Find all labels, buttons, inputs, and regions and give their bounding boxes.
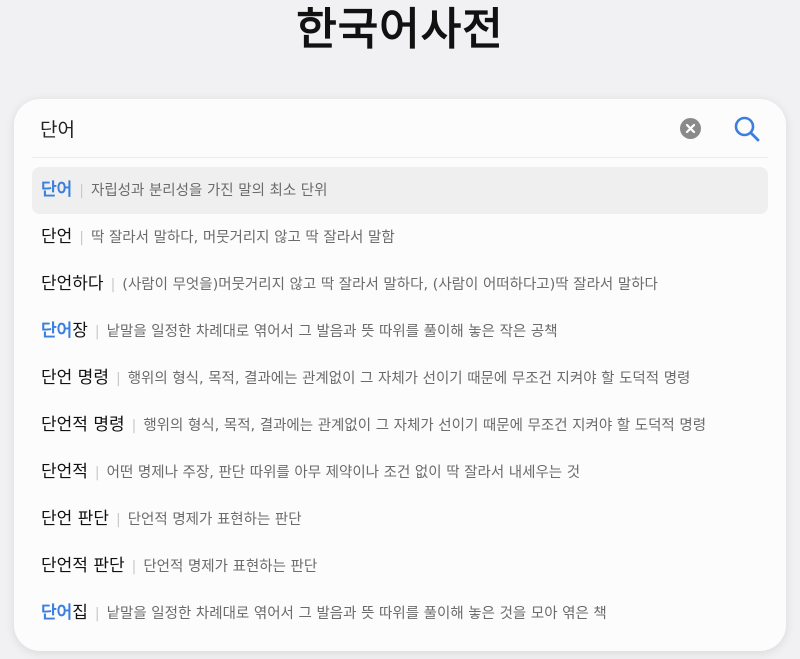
headword: 단언 xyxy=(41,227,72,247)
separator: | xyxy=(94,465,100,481)
headword: 단어집 xyxy=(41,603,88,623)
autocomplete-item[interactable]: 단어집 | 낱말을 일정한 차례대로 엮어서 그 발음과 뜻 따위를 풀이해 놓은 … xyxy=(32,590,768,637)
autocomplete-list: 단어 | 자립성과 분리성을 가진 말의 최소 단위단언 | 딱 잘라서 말하다, 머뭇… xyxy=(32,167,768,637)
search-button[interactable] xyxy=(732,114,762,144)
headword-rest: 장 xyxy=(72,321,88,341)
separator: | xyxy=(115,371,121,387)
autocomplete-item[interactable]: 단언하다 | (사람이 무엇을)머뭇거리지 않고 딱 잘라서 말하다, (사람이 어… xyxy=(32,261,768,308)
autocomplete-item[interactable]: 단어장 | 낱말을 일정한 차례대로 엮어서 그 발음과 뜻 따위를 풀이해 놓은 … xyxy=(32,308,768,355)
separator: | xyxy=(110,277,116,293)
search-bar xyxy=(32,99,768,158)
definition-text: 딱 잘라서 말하다, 머뭇거리지 않고 딱 잘라서 말함 xyxy=(91,230,395,246)
separator: | xyxy=(94,324,100,340)
headword-rest: 단언적 xyxy=(41,462,88,482)
headword-match-highlight: 단어 xyxy=(41,321,73,341)
definition-text: 단언적 명제가 표현하는 판단 xyxy=(143,559,318,575)
separator: | xyxy=(79,183,84,199)
autocomplete-item[interactable]: 단언 명령 | 행위의 형식, 목적, 결과에는 관계없이 그 자체가 선이기 때문… xyxy=(32,355,768,402)
autocomplete-item[interactable]: 단언적 판단 | 단언적 명제가 표현하는 판단 xyxy=(32,543,768,590)
autocomplete-item[interactable]: 단어 | 자립성과 분리성을 가진 말의 최소 단위 xyxy=(32,167,768,214)
separator: | xyxy=(115,512,121,528)
autocomplete-item[interactable]: 단언 판단 | 단언적 명제가 표현하는 판단 xyxy=(32,496,768,543)
definition-text: 낱말을 일정한 차례대로 엮어서 그 발음과 뜻 따위를 풀이해 놓은 작은 공… xyxy=(106,324,558,340)
clear-icon xyxy=(685,123,696,134)
separator: | xyxy=(131,559,137,575)
definition-text: 자립성과 분리성을 가진 말의 최소 단위 xyxy=(91,183,328,199)
headword-rest: 단언 판단 xyxy=(41,509,109,529)
search-input[interactable] xyxy=(40,111,640,145)
definition-text: 낱말을 일정한 차례대로 엮어서 그 발음과 뜻 따위를 풀이해 놓은 것을 모… xyxy=(106,606,607,622)
clear-button[interactable] xyxy=(680,118,701,139)
autocomplete-item[interactable]: 단언적 | 어떤 명제나 주장, 판단 따위를 아무 제약이나 조건 없이 딱 잘라… xyxy=(32,449,768,496)
headword: 단언적 명령 xyxy=(41,415,125,435)
definition-text: 단언적 명제가 표현하는 판단 xyxy=(127,512,302,528)
headword-match-highlight: 단어 xyxy=(41,603,73,623)
autocomplete-item[interactable]: 단언 | 딱 잘라서 말하다, 머뭇거리지 않고 딱 잘라서 말함 xyxy=(32,214,768,261)
headword: 단어 xyxy=(41,180,72,200)
autocomplete-item[interactable]: 단언적 명령 | 행위의 형식, 목적, 결과에는 관계없이 그 자체가 선이기 때… xyxy=(32,402,768,449)
headword-match-highlight: 단어 xyxy=(41,180,73,200)
headword: 단언하다 xyxy=(41,274,104,294)
separator: | xyxy=(131,418,137,434)
separator: | xyxy=(79,230,84,246)
definition-text: 행위의 형식, 목적, 결과에는 관계없이 그 자체가 선이기 때문에 무조건 … xyxy=(127,371,691,387)
headword-rest: 단언하다 xyxy=(41,274,104,294)
headword-rest: 집 xyxy=(72,603,88,623)
headword: 단언 명령 xyxy=(41,368,109,388)
headword: 단언적 xyxy=(41,462,88,482)
search-panel: 단어 | 자립성과 분리성을 가진 말의 최소 단위단언 | 딱 잘라서 말하다, 머뭇… xyxy=(14,99,786,651)
headword: 단언 판단 xyxy=(41,509,109,529)
headword: 단어장 xyxy=(41,321,88,341)
headword-rest: 단언적 명령 xyxy=(41,415,125,435)
headword: 단언적 판단 xyxy=(41,556,125,576)
separator: | xyxy=(94,606,100,622)
definition-text: 어떤 명제나 주장, 판단 따위를 아무 제약이나 조건 없이 딱 잘라서 내세… xyxy=(106,465,581,481)
definition-text: (사람이 무엇을)머뭇거리지 않고 딱 잘라서 말하다, (사람이 어떠하다고)… xyxy=(122,277,658,293)
page-title: 한국어사전 xyxy=(296,4,504,55)
headword-rest: 단언적 판단 xyxy=(41,556,125,576)
headword-rest: 단언 xyxy=(41,227,73,247)
search-icon xyxy=(734,116,760,142)
headword-rest: 단언 명령 xyxy=(41,368,109,388)
definition-text: 행위의 형식, 목적, 결과에는 관계없이 그 자체가 선이기 때문에 무조건 … xyxy=(143,418,707,434)
